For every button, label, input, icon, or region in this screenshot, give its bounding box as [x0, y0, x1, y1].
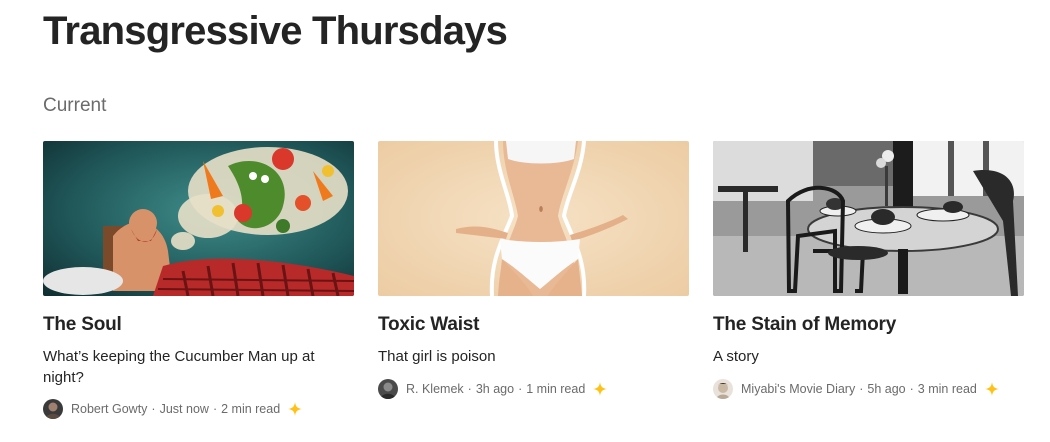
author-name[interactable]: Miyabi's Movie Diary [741, 382, 855, 396]
story-card-toxic-waist[interactable]: Toxic Waist That girl is poison R. Kleme… [378, 141, 689, 431]
read-time: 3 min read [917, 382, 977, 396]
story-meta: Robert Gowty · Just now · 2 min read [43, 399, 303, 419]
story-list: The Soul What’s keeping the Cucumber Man… [43, 141, 1024, 431]
meta-separator: · [859, 382, 864, 396]
author-avatar[interactable] [378, 379, 398, 399]
page-title: Transgressive Thursdays [43, 9, 508, 53]
story-subtitle[interactable]: What’s keeping the Cucumber Man up at ni… [43, 346, 343, 388]
story-card-the-stain-of-memory[interactable]: The Stain of Memory A story Miyabi's Mov… [713, 141, 1024, 431]
section-label: Current [43, 95, 107, 116]
author-name[interactable]: Robert Gowty [71, 402, 147, 416]
published-time: 3h ago [475, 382, 515, 396]
published-time: Just now [159, 402, 209, 416]
meta-separator: · [467, 382, 472, 396]
author-avatar[interactable] [713, 379, 733, 399]
story-title[interactable]: Toxic Waist [378, 313, 689, 337]
meta-separator: · [518, 382, 523, 396]
read-time: 2 min read [221, 402, 281, 416]
meta-separator: · [909, 382, 914, 396]
story-thumbnail[interactable] [43, 141, 354, 296]
story-thumbnail[interactable] [378, 141, 689, 296]
story-card-the-soul[interactable]: The Soul What’s keeping the Cucumber Man… [43, 141, 354, 431]
story-title[interactable]: The Stain of Memory [713, 313, 1024, 337]
published-time: 5h ago [867, 382, 906, 396]
meta-separator: · [151, 402, 156, 416]
sparkle-star-icon [593, 382, 608, 396]
story-thumbnail[interactable] [713, 141, 1024, 296]
meta-separator: · [212, 402, 218, 416]
story-meta: R. Klemek · 3h ago · 1 min read [378, 379, 608, 399]
story-title[interactable]: The Soul [43, 313, 354, 337]
story-subtitle[interactable]: A story [713, 346, 1013, 367]
author-name[interactable]: R. Klemek [406, 382, 464, 396]
story-meta: Miyabi's Movie Diary · 5h ago · 3 min re… [713, 379, 999, 399]
story-subtitle[interactable]: That girl is poison [378, 346, 678, 367]
read-time: 1 min read [526, 382, 586, 396]
author-avatar[interactable] [43, 399, 63, 419]
sparkle-star-icon [984, 382, 999, 396]
sparkle-star-icon [288, 402, 303, 416]
